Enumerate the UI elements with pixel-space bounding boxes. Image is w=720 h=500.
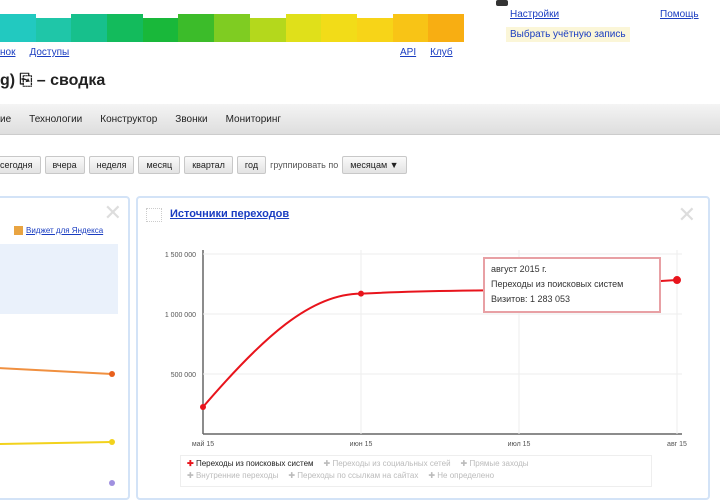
tooltip-series: Переходы из поисковых систем [491,279,624,289]
chart-tooltip: август 2015 г. Переходы из поисковых сис… [483,257,661,313]
legend-item-undefined[interactable]: ✚ Не определено [428,471,494,480]
mini-point [109,480,115,486]
y-tick-label: 1 500 000 [165,252,196,259]
legend-item-links[interactable]: ✚ Переходы по ссылкам на сайтах [288,471,418,480]
sources-chart: 500 000 1 000 000 1 500 000 май 15 июн 15 июл… [165,250,687,448]
data-point [358,290,364,297]
legend-item-social[interactable]: ✚ Переходы из социальных сетей [324,459,451,468]
chart-legend: ✚ Переходы из поисковых систем ✚ Переход… [180,455,652,487]
tooltip-date: август 2015 г. [491,264,547,274]
data-point [673,276,681,285]
legend-item-search[interactable]: ✚ Переходы из поисковых систем [187,459,314,468]
y-tick-label: 500 000 [171,372,196,379]
x-tick-label: июл 15 [508,441,531,448]
x-tick-label: авг 15 [667,441,687,448]
x-tick-label: май 15 [192,440,214,448]
data-point [200,404,206,410]
x-tick-label: июн 15 [350,441,373,448]
tooltip-value: Визитов: 1 283 053 [491,294,571,304]
legend-item-direct[interactable]: ✚ Прямые заходы [461,459,529,468]
legend-item-internal[interactable]: ✚ Внутренние переходы [187,471,278,480]
y-tick-label: 1 000 000 [165,312,196,319]
